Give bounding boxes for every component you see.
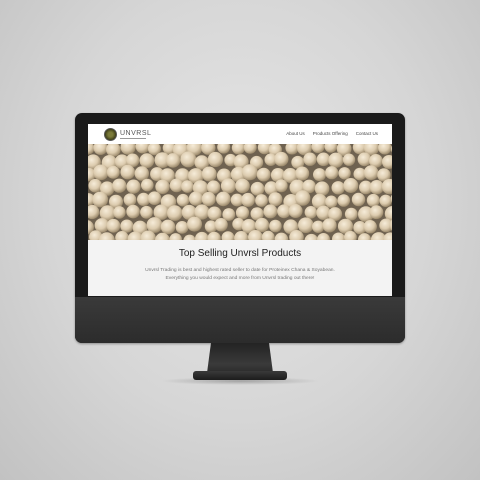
chickpea — [295, 190, 311, 206]
chickpea — [187, 216, 202, 232]
chickpea — [120, 164, 135, 180]
chickpea — [313, 168, 326, 182]
monitor-chin — [75, 297, 405, 343]
chickpea — [147, 191, 162, 205]
desktop-mockup-scene: UNVRSL About Us Products Offering Contac… — [0, 0, 480, 480]
chickpea — [337, 194, 350, 207]
chickpea — [92, 191, 108, 208]
chickpea — [106, 165, 120, 179]
chickpea — [304, 206, 318, 219]
chickpea — [201, 166, 217, 182]
chickpea — [314, 181, 330, 196]
chickpea — [175, 221, 189, 234]
chickpea — [176, 193, 190, 207]
chickpea — [254, 217, 270, 233]
chickpea — [141, 178, 154, 192]
chickpea — [206, 180, 221, 194]
description-line-1: Unvrsl Trading is best and highest rated… — [145, 268, 335, 273]
chickpea — [325, 166, 339, 180]
chickpea — [120, 219, 134, 233]
chickpea — [106, 218, 121, 233]
chickpea — [338, 167, 351, 180]
chickpea — [344, 207, 358, 221]
chickpea — [288, 204, 303, 218]
nav-about-us[interactable]: About Us — [286, 131, 305, 136]
chickpea — [93, 164, 109, 181]
description-line-2: Everything you would expect and more fro… — [165, 276, 315, 281]
products-section: Top Selling Unvrsl Products Unvrsl Tradi… — [88, 240, 392, 296]
chickpea — [165, 153, 181, 168]
chickpea — [274, 151, 289, 167]
chickpea — [363, 165, 379, 181]
chickpea — [328, 152, 344, 168]
logo-wordmark: UNVRSL — [120, 130, 151, 139]
chickpea — [303, 152, 317, 166]
site-logo[interactable]: UNVRSL — [104, 128, 151, 141]
chickpea — [331, 181, 345, 195]
chickpea — [250, 181, 265, 196]
chickpea — [155, 179, 170, 194]
chickpea — [312, 220, 325, 233]
chickpea — [123, 193, 137, 207]
chickpea — [343, 178, 359, 193]
chickpea — [140, 205, 153, 219]
logo-emblem-icon — [104, 128, 117, 141]
chickpea — [268, 192, 283, 207]
chickpea — [214, 218, 228, 232]
chickpea — [263, 204, 278, 219]
chickpea — [181, 180, 194, 193]
chickpea — [134, 166, 149, 181]
chickpea — [322, 218, 337, 233]
chickpea — [146, 217, 163, 233]
chickpea — [188, 191, 203, 206]
chickpea — [167, 205, 183, 221]
chickpea — [369, 205, 384, 220]
chickpea — [207, 151, 223, 168]
hero-image-chickpeas — [88, 144, 392, 240]
chickpea — [274, 179, 288, 193]
chickpea — [256, 167, 271, 182]
chickpea — [235, 178, 250, 194]
logo-underline — [120, 138, 146, 139]
chickpea — [241, 192, 255, 207]
section-headline: Top Selling Unvrsl Products — [178, 248, 302, 259]
site-header: UNVRSL About Us Products Offering Contac… — [88, 124, 392, 144]
chickpea — [295, 166, 310, 181]
chickpea — [160, 219, 176, 235]
monitor-stand-base — [193, 371, 287, 380]
chickpea — [269, 219, 282, 233]
chickpea — [113, 206, 126, 219]
nav-contact-us[interactable]: Contact Us — [356, 131, 378, 136]
chickpea — [112, 178, 127, 193]
nav-products-offering[interactable]: Products Offering — [313, 131, 348, 136]
logo-text: UNVRSL — [120, 130, 152, 137]
chickpea — [216, 191, 231, 207]
chickpea — [139, 153, 155, 168]
chickpea — [126, 179, 141, 194]
chickpea — [298, 217, 314, 233]
main-nav: About Us Products Offering Contact Us — [286, 131, 378, 136]
chickpea — [366, 193, 380, 207]
chickpea — [342, 153, 356, 166]
chickpea — [255, 194, 268, 207]
chickpea — [88, 178, 103, 193]
monitor-screen: UNVRSL About Us Products Offering Contac… — [88, 124, 392, 296]
chickpeas-photo — [88, 144, 392, 240]
chickpea — [363, 220, 377, 234]
chickpea — [126, 204, 140, 219]
chickpea — [351, 192, 366, 207]
chickpea — [180, 151, 197, 168]
chickpea — [235, 206, 250, 220]
chickpea — [201, 191, 216, 207]
monitor-stand-neck — [207, 343, 273, 373]
section-description: Unvrsl Trading is best and highest rated… — [118, 267, 362, 283]
chickpea — [241, 164, 258, 181]
chickpea — [379, 194, 392, 207]
chickpea — [316, 152, 331, 167]
chickpea — [220, 178, 236, 194]
chickpea — [325, 195, 338, 208]
